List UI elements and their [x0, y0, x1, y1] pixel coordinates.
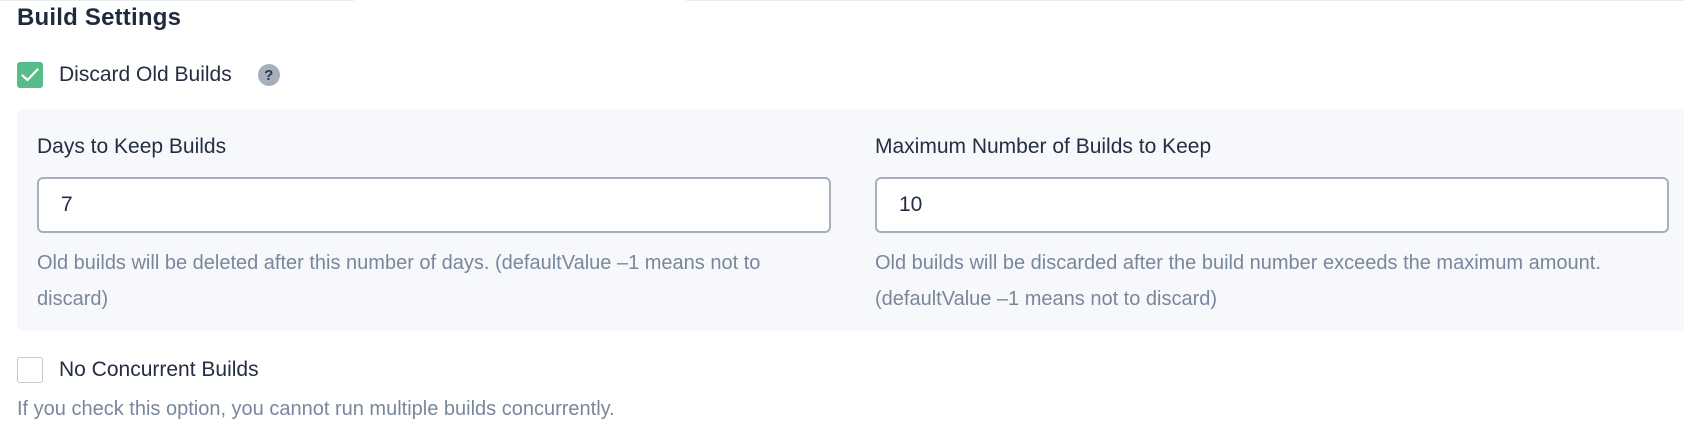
discard-old-builds-row: Discard Old Builds ?: [17, 62, 280, 88]
max-builds-description: Old builds will be discarded after the b…: [875, 252, 1601, 310]
no-concurrent-builds-row: No Concurrent Builds: [17, 357, 259, 383]
top-divider: [0, 0, 1684, 1]
no-concurrent-builds-checkbox[interactable]: [17, 357, 43, 383]
check-icon: [21, 68, 39, 82]
discard-old-builds-label[interactable]: Discard Old Builds: [59, 63, 232, 87]
section-title: Build Settings: [17, 4, 182, 31]
days-to-keep-field: Days to Keep Builds Old builds will be d…: [37, 133, 831, 317]
build-settings-page: Build Settings Discard Old Builds ? Days…: [0, 0, 1684, 444]
discard-settings-panel: Days to Keep Builds Old builds will be d…: [17, 109, 1684, 331]
no-concurrent-builds-label[interactable]: No Concurrent Builds: [59, 358, 259, 382]
discard-old-builds-checkbox[interactable]: [17, 62, 43, 88]
days-to-keep-label: Days to Keep Builds: [37, 135, 227, 158]
max-builds-input[interactable]: [875, 177, 1669, 233]
days-to-keep-description: Old builds will be deleted after this nu…: [37, 252, 761, 310]
help-icon[interactable]: ?: [257, 64, 280, 86]
max-builds-field: Maximum Number of Builds to Keep Old bui…: [875, 133, 1669, 317]
max-builds-label: Maximum Number of Builds to Keep: [875, 135, 1212, 158]
days-to-keep-input[interactable]: [37, 177, 831, 233]
no-concurrent-builds-description: If you check this option, you cannot run…: [17, 398, 615, 420]
